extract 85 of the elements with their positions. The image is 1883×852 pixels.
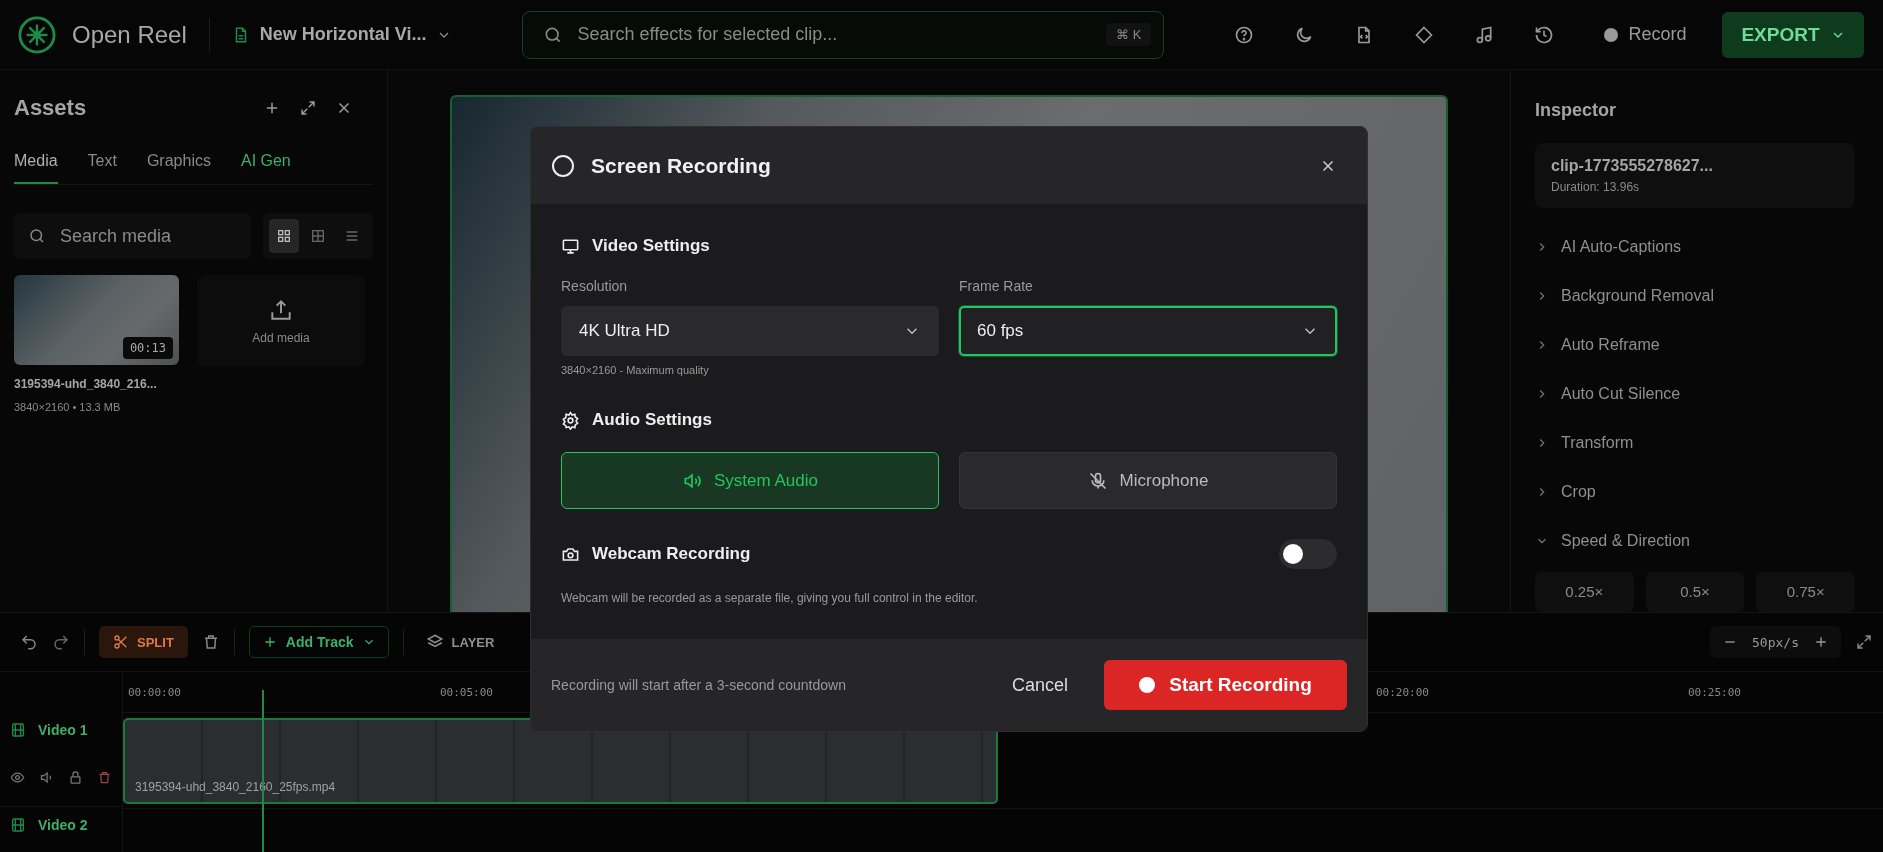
start-recording-button[interactable]: Start Recording <box>1104 660 1347 710</box>
gear-icon <box>561 410 580 430</box>
media-info: 3840×2160 • 13.3 MB <box>14 401 122 413</box>
panel-title: Inspector <box>1535 100 1618 121</box>
speed-button[interactable]: 0.5× <box>1645 572 1745 612</box>
expand-icon[interactable] <box>1855 633 1873 651</box>
track-name: Video 1 <box>38 722 88 738</box>
speaker-icon[interactable] <box>39 770 54 785</box>
undo-icon[interactable] <box>20 633 38 651</box>
split-button[interactable]: SPLIT <box>99 626 188 658</box>
list-icon <box>344 228 360 244</box>
section-header[interactable]: Auto Cut Silence <box>1535 369 1855 419</box>
grid-icon <box>276 228 292 244</box>
clip-duration: Duration: 13.96s <box>1551 180 1641 194</box>
microphone-off-icon <box>1087 470 1108 491</box>
clip-name: clip-1773555278627... <box>1551 157 1714 175</box>
add-track-button[interactable]: Add Track <box>248 626 389 658</box>
resolution-select[interactable]: 4K Ultra HD <box>561 306 939 356</box>
track-name: Video 2 <box>38 817 88 833</box>
effects-search-field[interactable]: Search effects for selected clip... ⌘ K <box>522 10 1165 59</box>
shortcut-badge: ⌘ K <box>1106 23 1152 46</box>
film-icon <box>10 722 26 738</box>
project-menu[interactable]: New Horizontal Vi... <box>231 24 453 45</box>
diamond-icon <box>1414 24 1435 45</box>
effects-search-input[interactable]: Search effects for selected clip... <box>575 23 1095 46</box>
speed-button[interactable]: 0.25× <box>1535 572 1634 612</box>
section-header[interactable]: Transform <box>1535 418 1855 468</box>
trash-icon[interactable] <box>97 770 112 785</box>
panel-title: Assets <box>14 95 88 121</box>
field-hint: 3840×2160 - Maximum quality <box>561 364 710 376</box>
ruler-time-label: 00:25:00 <box>1688 685 1741 699</box>
grid-view-button[interactable] <box>269 219 299 253</box>
eye-icon[interactable] <box>10 770 25 785</box>
lock-icon[interactable] <box>68 770 83 785</box>
scissors-icon <box>113 634 129 650</box>
record-button[interactable]: Record <box>1604 24 1687 45</box>
export-button[interactable]: EXPORT <box>1722 11 1865 58</box>
assets-tab[interactable]: Media <box>14 146 58 184</box>
webcam-note: Webcam will be recorded as a separate file, giving you full control in the editor. <box>561 591 979 605</box>
section-header[interactable]: Speed & Direction <box>1535 516 1855 566</box>
monitor-icon <box>561 236 580 256</box>
app-name: Open Reel <box>72 20 187 49</box>
assets-tab[interactable]: Text <box>87 146 117 184</box>
webcam-switch[interactable] <box>1279 539 1337 569</box>
countdown-note: Recording will start after a 3-second countdown <box>551 677 846 693</box>
search-icon <box>28 227 46 245</box>
redo-icon[interactable] <box>52 633 70 651</box>
film-icon <box>10 817 26 833</box>
media-name: 3195394-uhd_3840_216... <box>14 377 158 391</box>
ruler-time-label: 00:20:00 <box>1376 685 1429 699</box>
assets-tab[interactable]: AI Gen <box>240 146 291 184</box>
section-header[interactable]: AI Auto-Captions <box>1535 222 1855 272</box>
add-media-button[interactable]: Add media <box>197 275 365 367</box>
cancel-button[interactable]: Cancel <box>1011 674 1068 696</box>
logo-icon <box>18 15 56 54</box>
media-search-field[interactable]: Search media <box>14 213 251 259</box>
media-search-input[interactable]: Search media <box>58 224 232 248</box>
history-icon <box>1534 24 1555 45</box>
section-title: Audio Settings <box>592 410 712 430</box>
circle-icon <box>551 153 575 178</box>
music-note-icon <box>1474 24 1495 45</box>
help-icon <box>1234 24 1255 45</box>
upload-icon <box>268 297 294 323</box>
field-label: Resolution <box>561 278 629 294</box>
plus-icon[interactable] <box>1813 634 1829 650</box>
microphone-toggle[interactable]: Microphone <box>959 452 1337 509</box>
section-header[interactable]: Auto Reframe <box>1535 320 1855 370</box>
section-title: Video Settings <box>592 236 710 256</box>
system-audio-toggle[interactable]: System Audio <box>561 452 939 509</box>
layers-button[interactable]: LAYER <box>417 633 503 651</box>
grid-icon <box>310 228 326 244</box>
field-label: Frame Rate <box>959 278 1034 294</box>
frame-rate-select[interactable]: 60 fps <box>959 306 1337 356</box>
duration-badge: 00:13 <box>122 337 173 359</box>
zoom-level: 50px/s <box>1752 634 1799 650</box>
section-header[interactable]: Crop <box>1535 467 1855 517</box>
expand-icon[interactable] <box>299 99 317 117</box>
section-header[interactable]: Background Removal <box>1535 271 1855 321</box>
speed-button[interactable]: 0.75× <box>1756 572 1855 612</box>
section-title: Webcam Recording <box>592 544 751 564</box>
ruler-time-label: 00:00:00 <box>128 685 181 699</box>
video-thumbnail[interactable]: 00:13 <box>14 275 179 365</box>
ruler-time-label: 00:05:00 <box>440 685 493 699</box>
assets-tab[interactable]: Graphics <box>146 146 211 184</box>
dialog-title: Screen Recording <box>591 153 771 178</box>
